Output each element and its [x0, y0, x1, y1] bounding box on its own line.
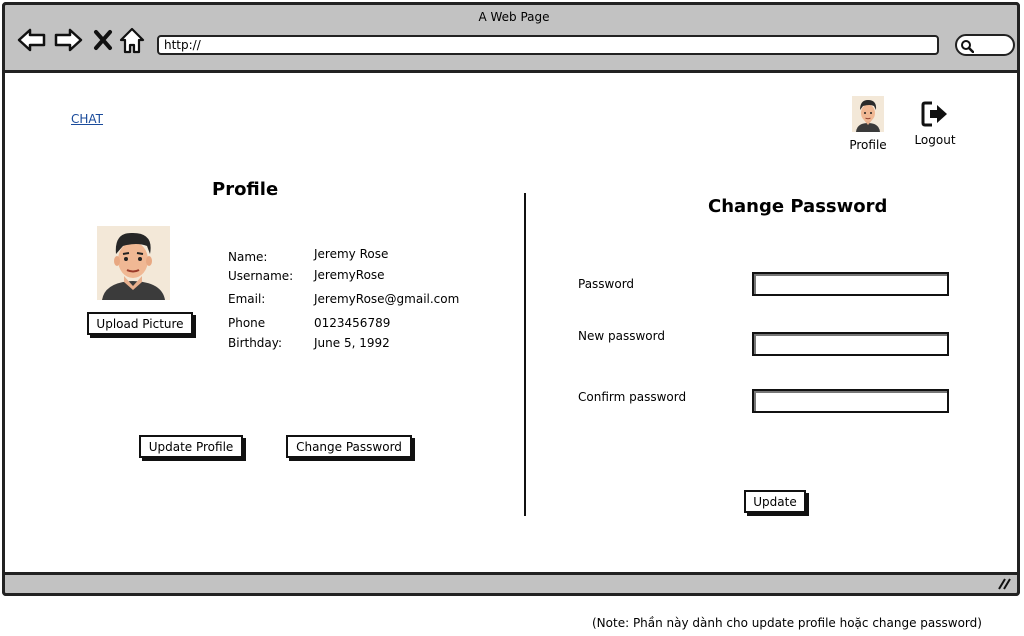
profile-nav-button[interactable]: Profile	[846, 96, 890, 152]
stop-icon[interactable]	[93, 27, 113, 53]
footnote: (Note: Phần này dành cho update profile …	[592, 616, 982, 630]
profile-avatar-icon	[852, 96, 884, 132]
new-password-label: New password	[578, 329, 665, 343]
search-icon	[961, 40, 974, 53]
logout-icon	[921, 101, 947, 127]
username-label: Username:	[228, 269, 294, 283]
email-label: Email:	[228, 292, 266, 306]
username-value: JeremyRose	[314, 268, 385, 282]
birthday-value: June 5, 1992	[314, 336, 390, 350]
home-icon[interactable]	[119, 27, 145, 55]
birthday-label: Birthday:	[228, 336, 283, 350]
forward-arrow-icon[interactable]	[53, 27, 83, 53]
profile-nav-label: Profile	[849, 138, 887, 152]
email-value: JeremyRose@gmail.com	[314, 292, 460, 306]
change-password-button[interactable]: Change Password	[286, 435, 412, 458]
confirm-password-input[interactable]	[752, 389, 949, 413]
profile-picture	[97, 226, 170, 300]
resize-grip-icon[interactable]	[997, 578, 1011, 590]
section-divider	[524, 193, 526, 516]
url-input[interactable]: http://	[157, 35, 939, 55]
logout-button[interactable]: Logout	[910, 100, 960, 147]
browser-search-field[interactable]	[955, 34, 1015, 56]
phone-value: 0123456789	[314, 316, 391, 330]
confirm-password-label: Confirm password	[578, 390, 687, 404]
browser-toolbar: A Web Page http://	[2, 2, 1020, 73]
password-label: Password	[578, 277, 635, 291]
name-label: Name:	[228, 250, 268, 264]
update-password-button[interactable]: Update	[744, 490, 806, 513]
upload-picture-button[interactable]: Upload Picture	[87, 312, 193, 335]
password-input[interactable]	[752, 272, 949, 296]
update-profile-button[interactable]: Update Profile	[139, 435, 243, 458]
name-value: Jeremy Rose	[314, 247, 389, 261]
profile-heading: Profile	[212, 179, 279, 200]
window-title: A Web Page	[478, 10, 550, 24]
phone-label: Phone	[228, 316, 266, 330]
change-password-heading: Change Password	[708, 196, 888, 217]
back-arrow-icon[interactable]	[17, 27, 47, 53]
browser-status-bar	[2, 572, 1020, 596]
new-password-input[interactable]	[752, 332, 949, 356]
chat-link[interactable]: CHAT	[71, 112, 103, 126]
logout-label: Logout	[914, 133, 956, 147]
